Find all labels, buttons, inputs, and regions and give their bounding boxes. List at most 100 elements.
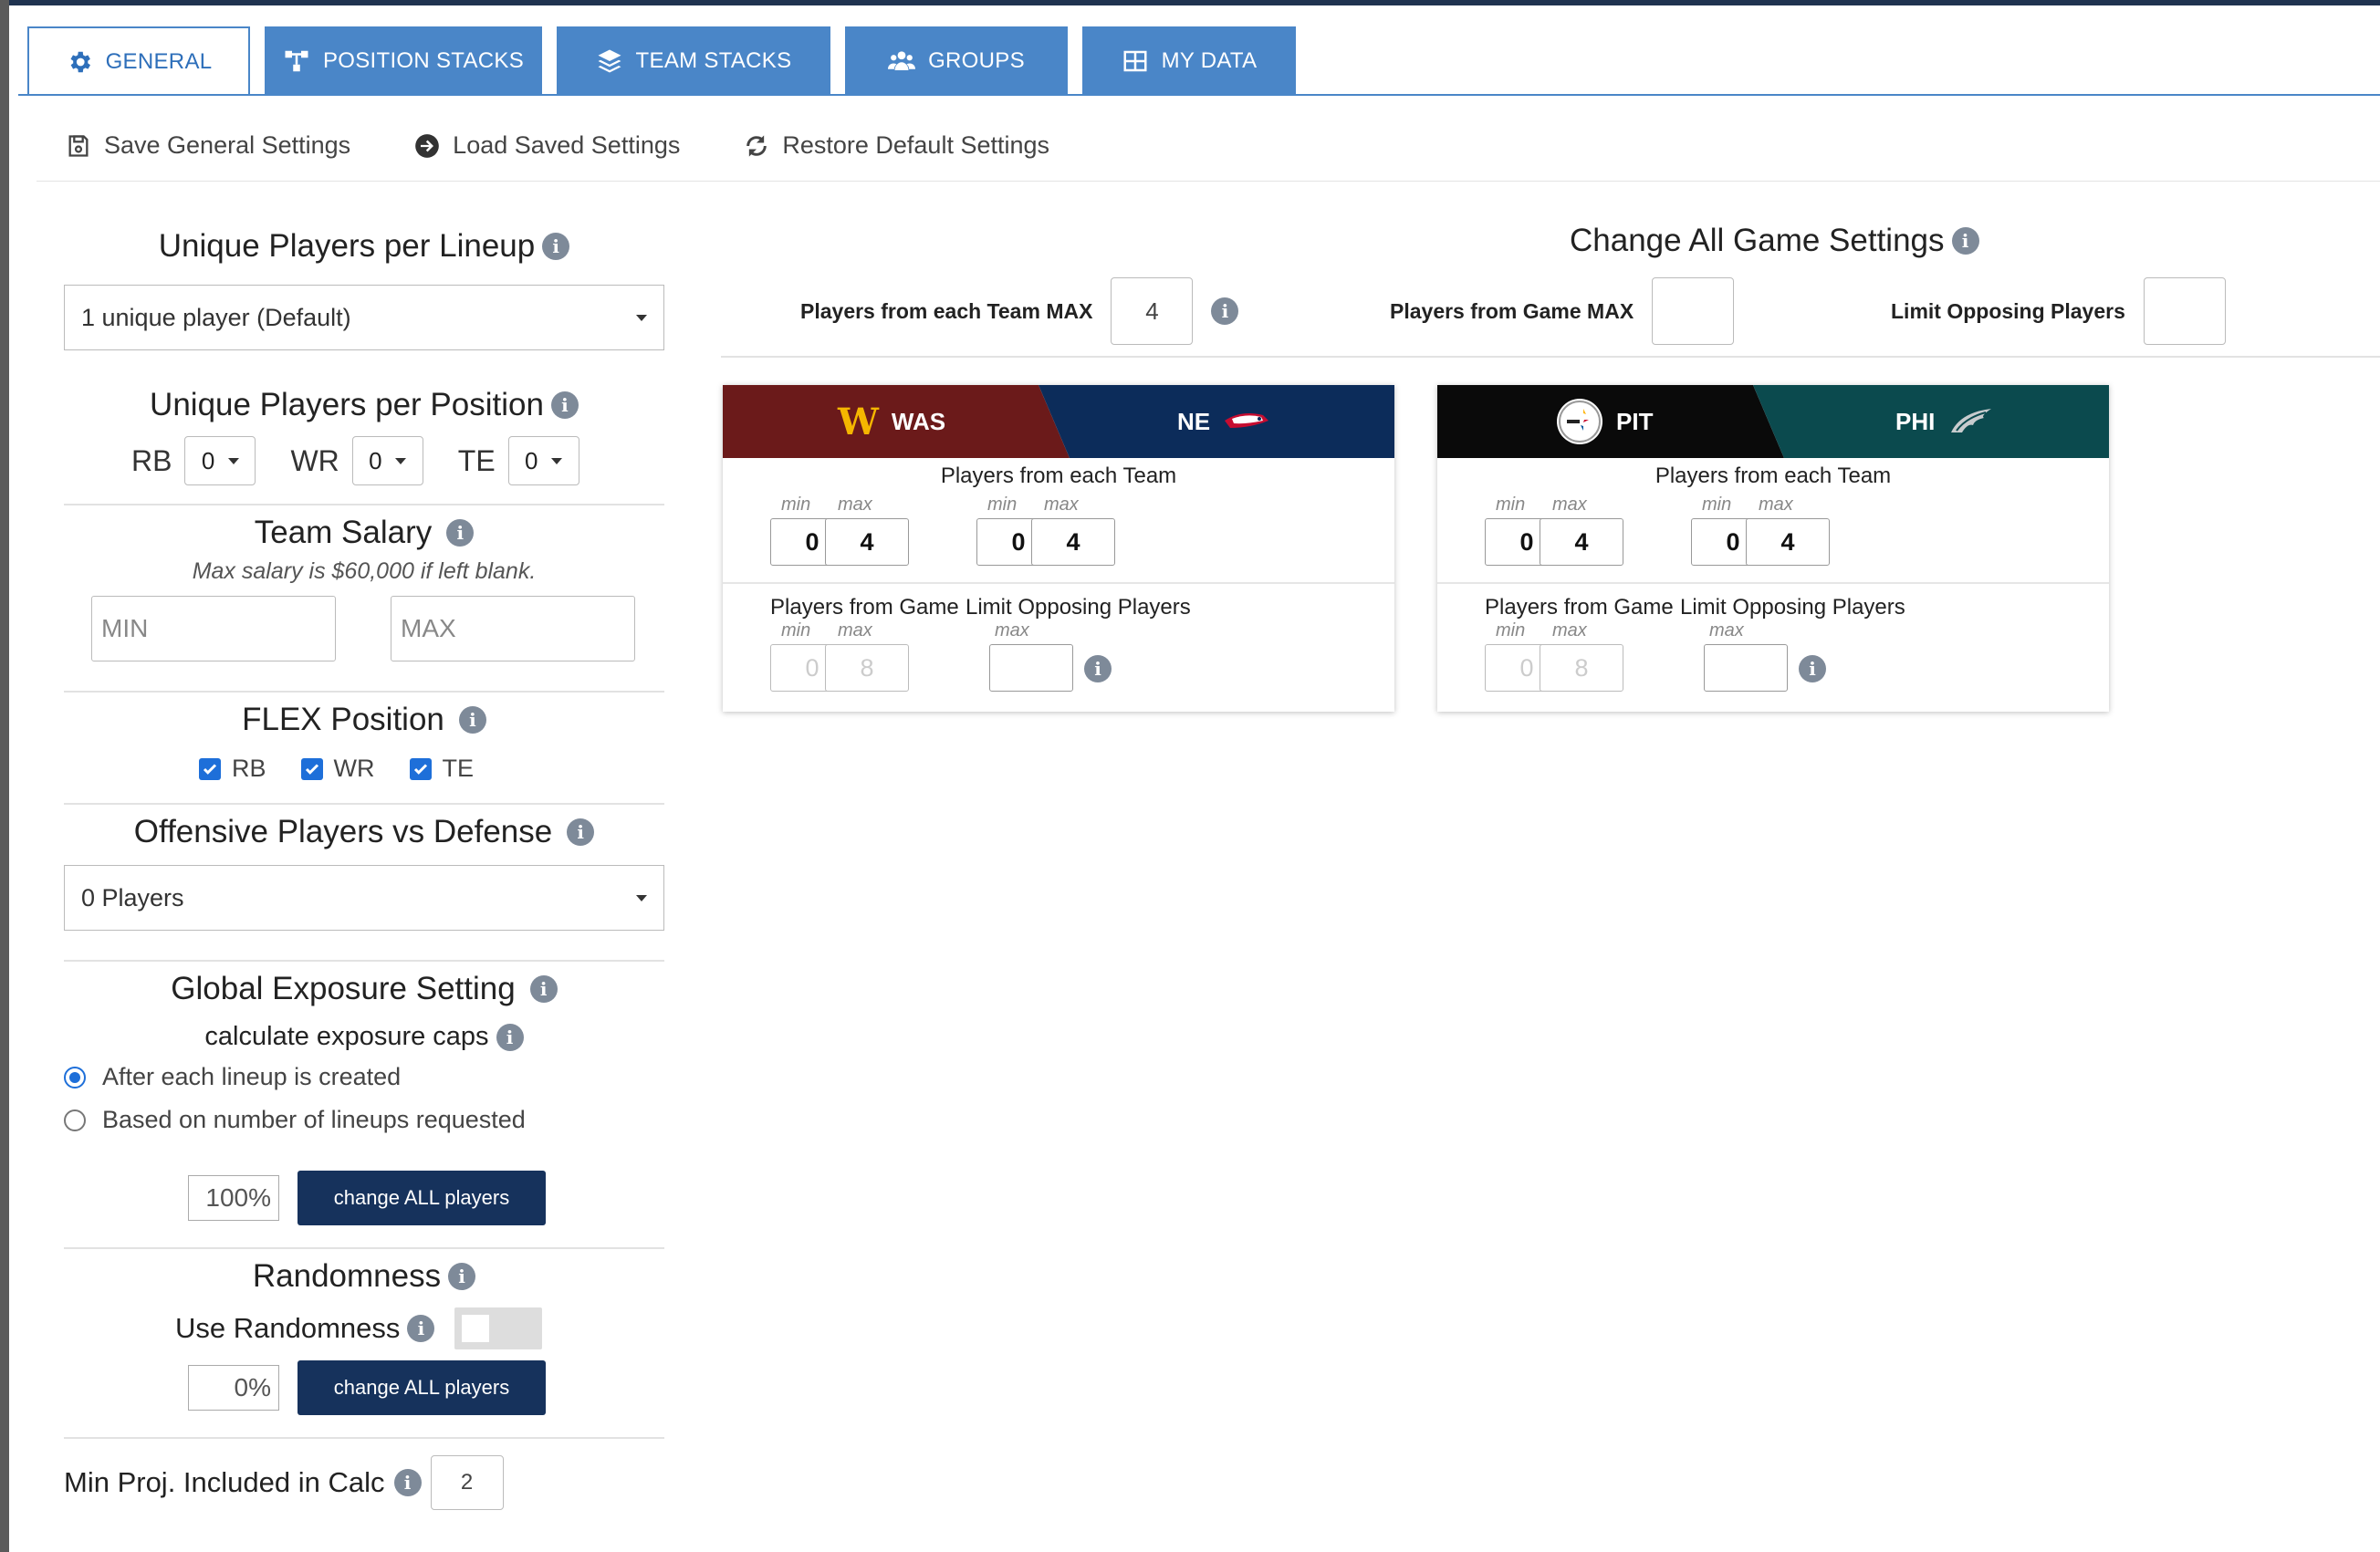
check-icon [413,763,427,775]
tab-general[interactable]: GENERAL [27,26,250,96]
section-divider [64,1247,664,1249]
section-divider [64,1437,664,1439]
randomness-toggle[interactable] [454,1307,543,1349]
tab-position-stacks[interactable]: POSITION STACKS [265,26,542,96]
tab-my-data[interactable]: MY DATA [1082,26,1296,96]
info-icon[interactable]: i [458,706,486,734]
min-label: min [1496,620,1526,641]
game-max-input[interactable] [1652,277,1735,345]
home-team-max-input[interactable]: 4 [1031,518,1115,566]
away-team-max-input[interactable]: 4 [1540,518,1623,566]
team-max-input[interactable]: 4 [1111,277,1194,345]
use-randomness-label: Use Randomness [175,1312,401,1344]
flex-te-checkbox[interactable] [409,757,432,780]
team-logo-icon: W [838,400,879,443]
unique-lineup-select[interactable]: 1 unique player (Default) [64,285,664,350]
flex-wr-label: WR [333,755,375,782]
tab-position-stacks-label: POSITION STACKS [322,48,525,73]
save-settings-label: Save General Settings [104,131,351,159]
flex-te-label: TE [442,755,475,782]
info-icon[interactable]: i [393,1469,422,1496]
limit-opposing-input[interactable] [989,644,1073,692]
change-all-title: Change All Game Settings i [1570,223,1979,259]
info-icon[interactable]: i [567,818,595,846]
info-icon[interactable]: i [1211,297,1239,325]
tab-team-stacks[interactable]: TEAM STACKS [557,26,830,96]
unique-position-title-text: Unique Players per Position [150,387,544,422]
info-icon[interactable]: i [550,391,579,419]
min-label: min [1702,495,1732,515]
radio-button[interactable] [64,1109,86,1131]
exposure-option-2[interactable]: Based on number of lineups requested [64,1106,664,1134]
rb-unique-select[interactable]: 0 [184,436,256,485]
salary-max-input[interactable]: MAX [391,596,635,661]
exposure-title-text: Global Exposure Setting [171,971,516,1006]
min-label: min [781,620,811,641]
info-icon[interactable]: i [542,233,570,260]
home-team-max-input[interactable]: 4 [1746,518,1830,566]
home-team: PHI [1895,385,1999,458]
game-card: W WAS NE Players from each Team min max … [723,385,1394,712]
exposure-change-all-button[interactable]: change ALL players [298,1171,546,1225]
load-settings-label: Load Saved Settings [453,131,681,159]
tab-groups[interactable]: GROUPS [845,26,1068,96]
offense-vs-defense-select[interactable]: 0 Players [64,865,664,931]
flex-wr-checkbox[interactable] [300,757,323,780]
game-max-input[interactable]: 8 [825,644,909,692]
exposure-option-2-label: Based on number of lineups requested [102,1106,526,1133]
info-icon[interactable]: i [1084,655,1112,682]
unique-lineup-value: 1 unique player (Default) [81,303,351,331]
limit-opposing-input[interactable] [2143,277,2226,345]
flex-rb-checkbox[interactable] [199,757,221,780]
randomness-title-text: Randomness [252,1258,442,1294]
randomness-percent-input[interactable]: 0% [188,1365,279,1411]
unique-lineup-title-text: Unique Players per Lineup [158,228,536,264]
chevron-down-icon [228,457,240,464]
change-all-divider [721,356,2380,358]
home-team-abbr: PHI [1895,407,1936,435]
restore-defaults-button[interactable]: Restore Default Settings [744,131,1049,160]
info-icon[interactable]: i [1951,227,1979,255]
away-team-abbr: WAS [891,407,946,435]
matchup-banner [723,385,1394,458]
exposure-option-1[interactable]: After each lineup is created [64,1063,664,1091]
wr-unique-select[interactable]: 0 [351,436,423,485]
limit-opposing-input[interactable] [1704,644,1788,692]
limit-opposing-label: Limit Opposing Players [966,595,1191,620]
salary-min-input[interactable]: MIN [91,596,336,661]
team-logo-icon [1225,413,1269,428]
hierarchy-icon [285,50,308,72]
info-icon[interactable]: i [448,1263,476,1290]
limit-opposing-label: Limit Opposing Players [1680,595,1905,620]
save-settings-button[interactable]: Save General Settings [66,131,350,160]
max-label: max [1552,620,1587,641]
offense-vs-defense-title-text: Offensive Players vs Defense [133,814,553,849]
max-label: max [1044,495,1079,515]
min-proj-row: Min Proj. Included in Calc i 2 [64,1455,664,1510]
layers-icon [598,49,621,73]
away-team-max-input[interactable]: 4 [825,518,909,566]
floppy-disk-icon [68,134,89,157]
info-icon[interactable]: i [496,1023,524,1051]
exposure-percent-input[interactable]: 100% [188,1175,279,1221]
te-unique-value: 0 [525,446,538,474]
info-icon[interactable]: i [1799,655,1826,682]
players-from-game-label: Players from Game [770,595,959,620]
players-each-team-label: Players from each Team [940,464,1177,488]
section-divider [64,803,664,805]
load-settings-button[interactable]: Load Saved Settings [414,131,680,160]
game-max-input[interactable]: 8 [1540,644,1623,692]
randomness-change-all-button[interactable]: change ALL players [298,1360,546,1415]
section-divider [64,504,664,505]
min-proj-label: Min Proj. Included in Calc [64,1466,385,1498]
te-unique-select[interactable]: 0 [507,436,579,485]
radio-button-selected[interactable] [64,1066,86,1088]
flex-rb-label: RB [232,755,266,782]
unique-lineup-title: Unique Players per Lineup i [64,228,664,265]
min-proj-input[interactable]: 2 [430,1455,504,1510]
tab-underline [18,94,2380,96]
info-icon[interactable]: i [529,975,558,1003]
card-divider [1437,582,2109,584]
info-icon[interactable]: i [407,1315,435,1342]
info-icon[interactable]: i [446,519,475,547]
